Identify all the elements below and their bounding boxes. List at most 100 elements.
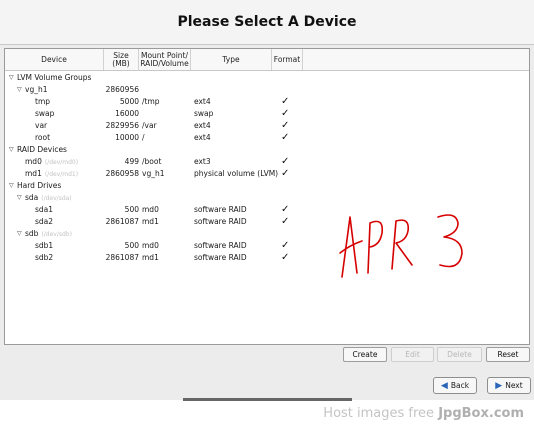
device-name: tmp xyxy=(35,96,50,108)
device-name-text: var xyxy=(35,121,48,130)
tree-row[interactable]: var 2829956/var ext4 ✓ xyxy=(5,120,529,132)
device-type: software RAID xyxy=(194,205,247,214)
device-name-text: tmp xyxy=(35,97,51,106)
format-check-icon: ✓ xyxy=(281,96,290,107)
column-type[interactable]: Type xyxy=(191,49,272,70)
device-name-text: vg_h1 xyxy=(25,85,48,94)
expander-triangle-icon[interactable]: ▽ xyxy=(17,84,22,96)
device-path: (/dev/md1) xyxy=(44,171,79,178)
watermark-prefix: Host images free xyxy=(323,406,439,421)
device-path: (/dev/sdb) xyxy=(41,231,72,238)
create-button[interactable]: Create xyxy=(343,347,387,362)
device-mount: / xyxy=(142,133,145,142)
tree-row[interactable]: ▽ vg_h1 2860956 xyxy=(5,84,529,96)
device-rows: ▽ LVM Volume Groups ▽ vg_h1 2860956 tmp 5000/t… xyxy=(5,71,529,264)
back-button-label: Back xyxy=(450,381,470,390)
device-size: 500 xyxy=(124,241,139,250)
device-mount: md1 xyxy=(142,217,159,226)
device-name: vg_h1 xyxy=(25,84,47,96)
format-check-icon: ✓ xyxy=(281,204,290,215)
format-check-icon: ✓ xyxy=(281,108,290,119)
device-name: RAID Devices xyxy=(17,144,67,156)
back-button[interactable]: ◀ Back xyxy=(433,377,477,394)
column-size[interactable]: Size (MB) xyxy=(104,49,139,70)
format-check-icon: ✓ xyxy=(281,216,290,227)
device-mount: md1 xyxy=(142,253,159,262)
device-tree[interactable]: Device Size (MB) Mount Point/ RAID/Volum… xyxy=(4,48,530,345)
tree-row[interactable]: md0 (/dev/md0) 499/boot ext3 ✓ xyxy=(5,156,529,168)
format-check-icon: ✓ xyxy=(281,156,290,167)
reset-button[interactable]: Reset xyxy=(486,347,530,362)
expander-triangle-icon[interactable]: ▽ xyxy=(9,180,14,192)
watermark: Host images free JpgBox.com xyxy=(323,406,524,421)
device-name: Hard Drives xyxy=(17,180,61,192)
tree-row[interactable]: sdb1 500 md0 software RAID ✓ xyxy=(5,240,529,252)
page-title: Please Select A Device xyxy=(177,14,357,30)
column-device-label: Device xyxy=(41,54,67,64)
tree-row[interactable]: tmp 5000/tmp ext4 ✓ xyxy=(5,96,529,108)
device-mount: /var xyxy=(142,121,157,130)
tree-row[interactable]: ▽ RAID Devices xyxy=(5,144,529,156)
device-size: 499 xyxy=(124,157,139,166)
device-name-text: sdb2 xyxy=(35,253,54,262)
column-format-label: Format xyxy=(273,54,301,64)
device-size: 500 xyxy=(124,205,139,214)
device-type: software RAID xyxy=(194,241,247,250)
scrollbar-indicator[interactable] xyxy=(183,398,352,401)
watermark-brand: JpgBox.com xyxy=(438,406,524,421)
next-button[interactable]: ▶ Next xyxy=(487,377,531,394)
device-name: sda2 xyxy=(35,216,53,228)
tree-row[interactable]: ▽ sda (/dev/sda) xyxy=(5,192,529,204)
device-name: root xyxy=(35,132,50,144)
edit-button[interactable]: Edit xyxy=(391,347,434,362)
format-check-icon: ✓ xyxy=(281,120,290,131)
device-name-text: sdb1 xyxy=(35,241,54,250)
device-size: 10000 xyxy=(115,133,139,142)
tree-row[interactable]: swap 16000 swap ✓ xyxy=(5,108,529,120)
column-format[interactable]: Format xyxy=(272,49,303,70)
column-device[interactable]: Device xyxy=(5,49,104,70)
column-size-unit: (MB) xyxy=(112,58,130,68)
expander-triangle-icon[interactable]: ▽ xyxy=(17,228,22,240)
device-name: sdb2 xyxy=(35,252,53,264)
device-size: 2860956 xyxy=(105,85,139,94)
expander-triangle-icon[interactable]: ▽ xyxy=(9,72,14,84)
device-type: ext4 xyxy=(194,133,211,142)
format-check-icon: ✓ xyxy=(281,168,290,179)
expander-triangle-icon[interactable]: ▽ xyxy=(9,144,14,156)
format-check-icon: ✓ xyxy=(281,240,290,251)
device-type: physical volume (LVM) xyxy=(194,169,279,178)
page-header: Please Select A Device xyxy=(0,0,534,45)
device-mount: md0 xyxy=(142,241,159,250)
tree-row[interactable]: sda2 2861087 md1 software RAID ✓ xyxy=(5,216,529,228)
column-header-row: Device Size (MB) Mount Point/ RAID/Volum… xyxy=(5,49,529,71)
device-size: 16000 xyxy=(115,109,139,118)
tree-row[interactable]: ▽ Hard Drives xyxy=(5,180,529,192)
device-mount: /boot xyxy=(142,157,162,166)
device-type: ext4 xyxy=(194,121,211,130)
device-size: 2860958 xyxy=(105,169,139,178)
device-name: LVM Volume Groups xyxy=(17,72,91,84)
device-name-text: root xyxy=(35,133,51,142)
format-check-icon: ✓ xyxy=(281,132,290,143)
tree-row[interactable]: sdb2 2861087 md1 software RAID ✓ xyxy=(5,252,529,264)
delete-button[interactable]: Delete xyxy=(437,347,482,362)
tree-row[interactable]: sda1 500 md0 software RAID ✓ xyxy=(5,204,529,216)
column-mount-label-2: RAID/Volume xyxy=(140,58,189,68)
tree-row[interactable]: root 10000/ ext4 ✓ xyxy=(5,132,529,144)
column-type-label: Type xyxy=(222,54,240,64)
next-button-label: Next xyxy=(505,381,523,390)
device-type: software RAID xyxy=(194,217,247,226)
device-path: (/dev/md0) xyxy=(44,159,79,166)
device-name-text: sda xyxy=(25,193,39,202)
device-mount: md0 xyxy=(142,205,159,214)
device-name: sda1 xyxy=(35,204,53,216)
tree-row[interactable]: ▽ LVM Volume Groups xyxy=(5,72,529,84)
device-type: swap xyxy=(194,109,214,118)
tree-row[interactable]: ▽ sdb (/dev/sdb) xyxy=(5,228,529,240)
expander-triangle-icon[interactable]: ▽ xyxy=(17,192,22,204)
device-name-text: sdb xyxy=(25,229,39,238)
device-size: 2829956 xyxy=(105,121,139,130)
tree-row[interactable]: md1 (/dev/md1) 2860958 vg_h1 physical volume… xyxy=(5,168,529,180)
column-mount[interactable]: Mount Point/ RAID/Volume xyxy=(139,49,191,70)
